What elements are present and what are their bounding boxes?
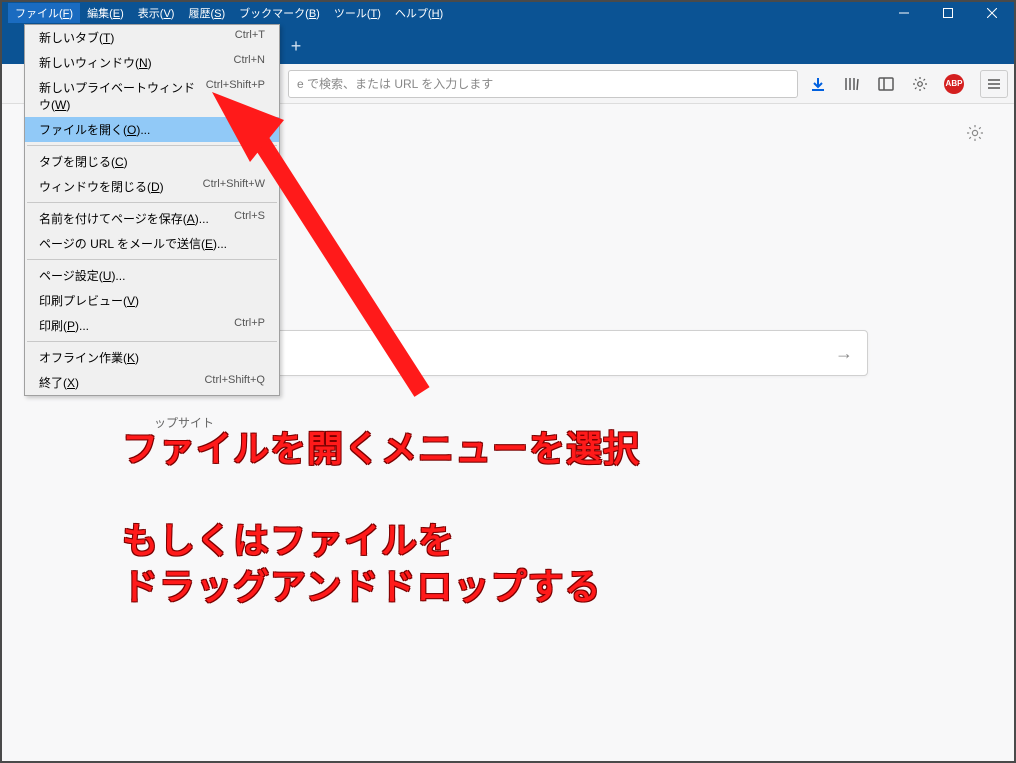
menu-separator bbox=[27, 259, 277, 260]
window-controls bbox=[882, 2, 1014, 24]
minimize-button[interactable] bbox=[882, 2, 926, 24]
file-menu-item[interactable]: 終了(X)Ctrl+Shift+Q bbox=[25, 370, 279, 395]
file-menu-item[interactable]: 新しいタブ(T)Ctrl+T bbox=[25, 25, 279, 50]
file-menu-item[interactable]: 印刷(P)...Ctrl+P bbox=[25, 313, 279, 338]
annotation-text-1: ファイルを開くメニューを選択 bbox=[122, 420, 640, 472]
new-tab-button[interactable]: + bbox=[282, 32, 310, 60]
sidebar-icon[interactable] bbox=[876, 74, 896, 94]
file-menu-item[interactable]: ウィンドウを閉じる(D)Ctrl+Shift+W bbox=[25, 174, 279, 199]
menu-edit[interactable]: 編集(E) bbox=[80, 3, 131, 23]
maximize-button[interactable] bbox=[926, 2, 970, 24]
library-icon[interactable] bbox=[842, 74, 862, 94]
file-menu-dropdown: 新しいタブ(T)Ctrl+T新しいウィンドウ(N)Ctrl+N新しいプライベート… bbox=[24, 24, 280, 396]
file-menu-item[interactable]: ページの URL をメールで送信(E)... bbox=[25, 231, 279, 256]
address-bar[interactable]: e で検索、または URL を入力します bbox=[288, 70, 798, 98]
file-menu-item[interactable]: ファイルを開く(O)...Ctrl+O bbox=[25, 117, 279, 142]
file-menu-item[interactable]: ページ設定(U)... bbox=[25, 263, 279, 288]
menu-tools[interactable]: ツール(T) bbox=[327, 3, 388, 23]
menu-separator bbox=[27, 145, 277, 146]
annotation-text-2: もしくはファイルを bbox=[122, 512, 455, 564]
addon-gear-icon[interactable] bbox=[910, 74, 930, 94]
annotation-text-3: ドラッグアンドドロップする bbox=[122, 558, 602, 610]
menubar: ファイル(F) 編集(E) 表示(V) 履歴(S) ブックマーク(B) ツール(… bbox=[2, 2, 1014, 24]
search-go-icon[interactable]: → bbox=[835, 343, 853, 364]
abp-icon[interactable]: ABP bbox=[944, 74, 964, 94]
menu-separator bbox=[27, 202, 277, 203]
file-menu-item[interactable]: オフライン作業(K) bbox=[25, 345, 279, 370]
menu-file[interactable]: ファイル(F) bbox=[8, 3, 80, 23]
menu-view[interactable]: 表示(V) bbox=[131, 3, 182, 23]
file-menu-item[interactable]: 印刷プレビュー(V) bbox=[25, 288, 279, 313]
menu-help[interactable]: ヘルプ(H) bbox=[388, 3, 450, 23]
file-menu-item[interactable]: 新しいプライベートウィンドウ(W)Ctrl+Shift+P bbox=[25, 75, 279, 117]
downloads-icon[interactable] bbox=[808, 74, 828, 94]
close-button[interactable] bbox=[970, 2, 1014, 24]
file-menu-item[interactable]: 名前を付けてページを保存(A)...Ctrl+S bbox=[25, 206, 279, 231]
search-placeholder: ウェブを検索 bbox=[187, 343, 835, 363]
file-menu-item[interactable]: 新しいウィンドウ(N)Ctrl+N bbox=[25, 50, 279, 75]
app-menu-button[interactable] bbox=[980, 70, 1008, 98]
file-menu-item[interactable]: タブを閉じる(C) bbox=[25, 149, 279, 174]
address-placeholder: e で検索、または URL を入力します bbox=[297, 75, 493, 92]
menu-bookmarks[interactable]: ブックマーク(B) bbox=[232, 3, 327, 23]
settings-gear-icon[interactable] bbox=[966, 124, 984, 147]
menu-separator bbox=[27, 341, 277, 342]
menu-history[interactable]: 履歴(S) bbox=[181, 3, 232, 23]
